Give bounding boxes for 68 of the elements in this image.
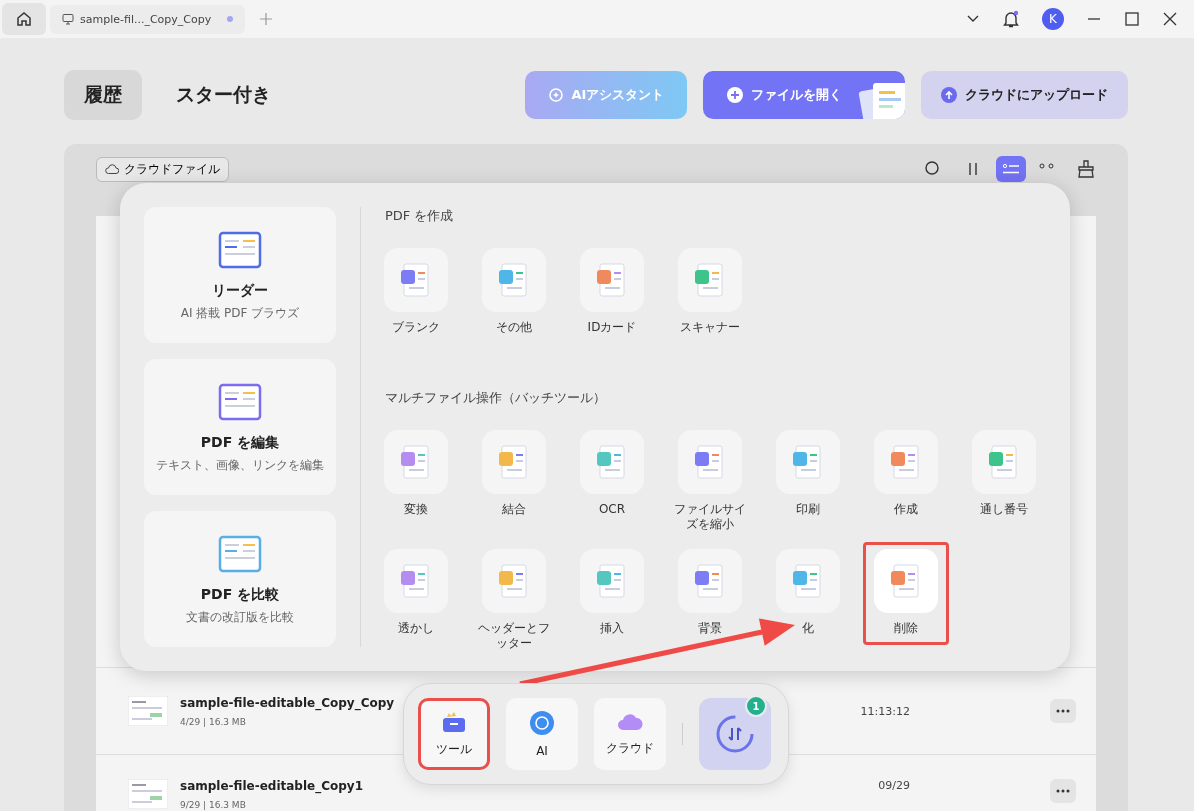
- feature-card[interactable]: リーダー AI 搭載 PDF ブラウズ: [144, 207, 336, 343]
- cloud-icon: [616, 711, 644, 732]
- tool-item[interactable]: 背景: [667, 541, 753, 646]
- tool-item[interactable]: 印刷: [765, 422, 851, 527]
- feature-card[interactable]: PDF を比較 文書の改訂版を比較: [144, 511, 336, 647]
- section-title: PDF を作成: [385, 207, 455, 225]
- file-thumbnail: [128, 696, 168, 726]
- broom-icon[interactable]: [1076, 159, 1096, 179]
- more-icon: [1056, 709, 1070, 713]
- more-button[interactable]: [1050, 699, 1076, 723]
- tool-item[interactable]: スキャナー: [667, 241, 753, 345]
- cloud-files-button[interactable]: クラウドファイル: [96, 156, 229, 182]
- feature-card[interactable]: PDF を編集 テキスト、画像、リンクを編集: [144, 359, 336, 495]
- card-title: PDF を比較: [200, 585, 280, 604]
- tool-item[interactable]: 挿入: [569, 541, 655, 646]
- cloud-icon: [105, 163, 119, 175]
- unsaved-dot: [227, 16, 234, 22]
- tool-item[interactable]: 結合: [471, 422, 557, 527]
- tool-item[interactable]: 透かし: [373, 541, 459, 646]
- tool-item[interactable]: ブランク: [373, 241, 459, 345]
- view-mode-toggle[interactable]: [996, 156, 1026, 182]
- card-title: PDF を編集: [200, 433, 280, 452]
- more-button[interactable]: [1050, 779, 1076, 803]
- file-time: 09/29: [878, 779, 910, 792]
- file-name[interactable]: sample-file-editable_Copy_Copy: [180, 695, 395, 710]
- tool-item[interactable]: 変換: [373, 422, 459, 527]
- view-tab[interactable]: スター付き: [156, 70, 291, 120]
- tool-item[interactable]: その他: [471, 241, 557, 345]
- tool-item[interactable]: 削除: [863, 541, 949, 646]
- document-tab[interactable]: sample-fil..._Copy_Copy: [50, 4, 246, 34]
- file-meta: 4/29 | 16.3 MB: [180, 716, 247, 727]
- list-icon: [1003, 164, 1019, 174]
- file-time: 11:13:12: [860, 704, 910, 718]
- tool-item[interactable]: 化: [765, 541, 851, 646]
- bell-icon[interactable]: [1002, 9, 1020, 29]
- dock-button[interactable]: ツール: [418, 698, 490, 770]
- home-button[interactable]: [2, 3, 46, 35]
- maximize-icon[interactable]: [1124, 11, 1140, 27]
- plus-circle-icon: [727, 87, 743, 103]
- file-name[interactable]: sample-file-editable_Copy1: [180, 779, 364, 793]
- card-subtitle: 文書の改訂版を比較: [186, 608, 294, 626]
- action-button[interactable]: ファイルを開く: [703, 71, 905, 119]
- close-icon[interactable]: [1162, 11, 1178, 27]
- toolbox-icon: [441, 710, 467, 733]
- upload-icon: [941, 87, 957, 103]
- sync-icon: [715, 714, 755, 754]
- tool-item[interactable]: ファイルサイズを縮小: [667, 422, 753, 542]
- file-meta: 9/29 | 16.3 MB: [180, 800, 247, 810]
- view-tab[interactable]: 履歴: [64, 70, 142, 120]
- tool-item[interactable]: 作成: [863, 422, 949, 527]
- home-icon: [15, 10, 33, 28]
- card-title: リーダー: [212, 281, 268, 300]
- action-button[interactable]: クラウドにアップロード: [921, 71, 1128, 119]
- tool-item[interactable]: 通し番号: [961, 422, 1047, 527]
- tool-item[interactable]: ヘッダーとフッター: [471, 541, 557, 661]
- dock-button[interactable]: AI: [506, 698, 578, 770]
- tool-item[interactable]: OCR: [569, 422, 655, 527]
- user-avatar[interactable]: K: [1042, 8, 1064, 30]
- ai-orb-icon: [529, 710, 555, 736]
- dock-button[interactable]: クラウド: [594, 698, 666, 770]
- more-icon: [1056, 789, 1070, 793]
- chevron-down-icon[interactable]: [966, 14, 980, 24]
- section-title: マルチファイル操作（バッチツール）: [385, 388, 607, 407]
- tool-item[interactable]: IDカード: [569, 241, 655, 345]
- card-subtitle: AI 搭載 PDF ブラウズ: [180, 304, 300, 322]
- monitor-icon: [62, 13, 74, 25]
- card-subtitle: テキスト、画像、リンクを編集: [156, 456, 324, 474]
- notification-badge: 1: [745, 695, 767, 717]
